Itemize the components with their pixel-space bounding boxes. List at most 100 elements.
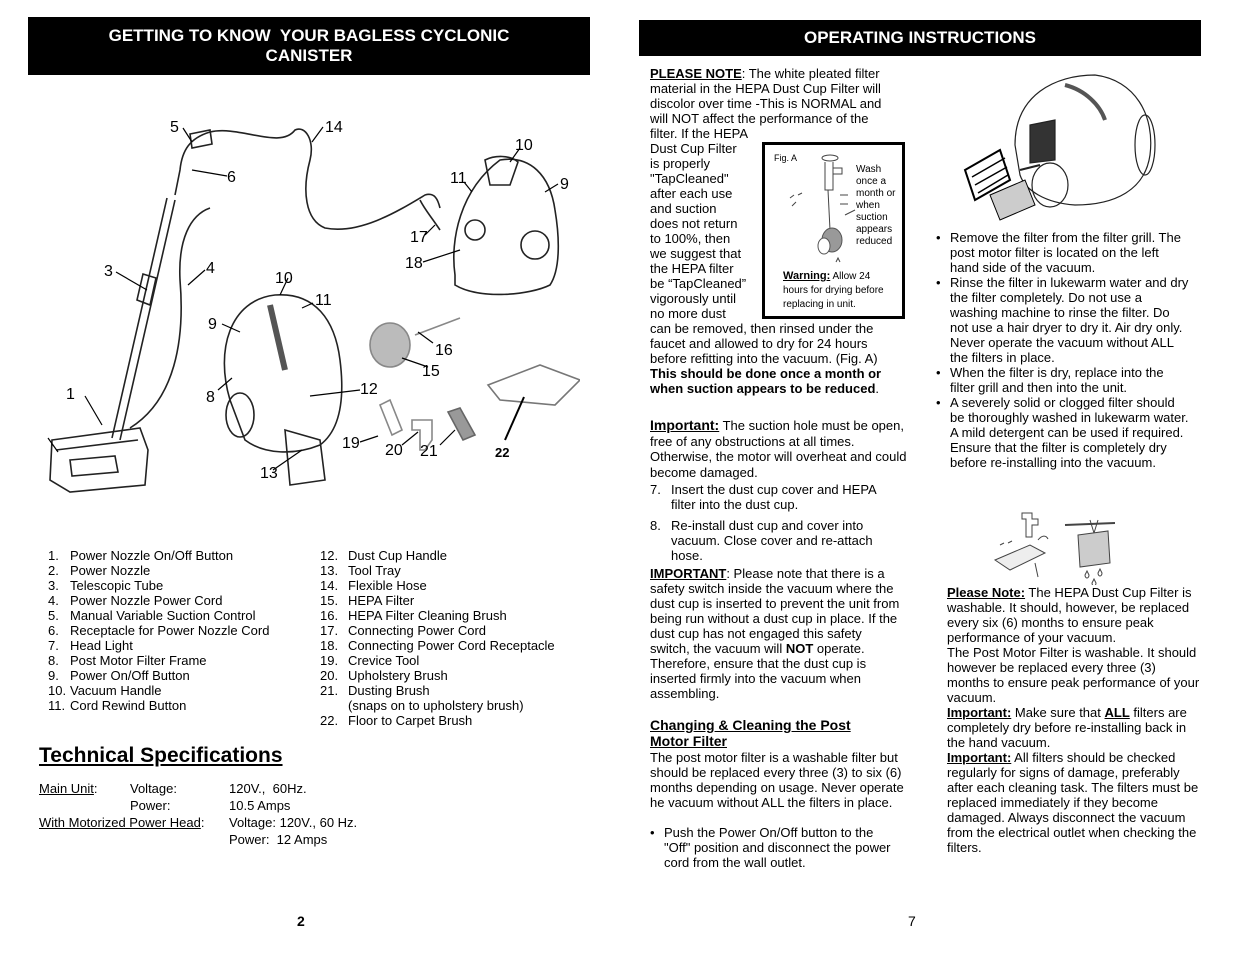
part-item: 6. Receptacle for Power Nozzle Cord <box>48 623 270 638</box>
power-label: Power: <box>130 798 171 813</box>
post-motor-heading: Changing & Cleaning the Post Motor Filte… <box>650 717 851 749</box>
spec-row-motorized-power: Power: 12 Amps <box>39 831 419 848</box>
bullet-item: • Remove the filter from the filter grill… <box>936 230 1181 275</box>
important-safety-switch: IMPORTANT: Please note that there is a s… <box>650 566 900 701</box>
step-item: 8. Re-install dust cup and cover into vac… <box>650 518 873 563</box>
power-value: 10.5 Amps <box>229 798 291 813</box>
banner-title-line-2: CANISTER <box>265 46 353 65</box>
diagram-label-13: 13 <box>260 465 278 482</box>
main-unit-label: Main Unit <box>39 781 94 796</box>
spec-row-motorized-voltage: With Motorized Power Head: Voltage: 120V… <box>39 815 358 830</box>
bullet-item: • Rinse the filter in lukewarm water and … <box>936 275 1189 365</box>
part-item: 7. Head Light <box>48 638 133 653</box>
parts-list-column-2: 12. Dust Cup Handle 13. Tool Tray 14. Flexi… <box>320 548 590 728</box>
hepa-filter-drawing <box>369 322 411 368</box>
left-page-banner: GETTING TO KNOW YOUR BAGLESS CYCLONIC CA… <box>28 17 590 75</box>
please-note-label-2: Please Note: <box>947 585 1026 600</box>
faucet-filter-icon <box>789 154 856 263</box>
diagram-label-10-center: 10 <box>275 270 293 287</box>
important-check-filters: Important: All filters should be checked… <box>947 750 1199 855</box>
part-item: 18. Connecting Power Cord Receptacle <box>320 638 555 653</box>
spec-row-main-voltage: Main Unit: Voltage: 120V., 60Hz. <box>39 781 307 796</box>
banner-title-line-1: GETTING TO KNOW YOUR BAGLESS CYCLONIC <box>108 26 510 45</box>
diagram-label-18: 18 <box>405 255 423 272</box>
voltage-label: Voltage: <box>130 781 177 796</box>
spec-row-main-power: Power: 10.5 Amps <box>39 797 419 814</box>
part-item: 1. Power Nozzle On/Off Button <box>48 548 234 563</box>
canister-front-drawing <box>223 294 343 453</box>
part-item: 12. Dust Cup Handle <box>320 548 447 563</box>
diagram-label-22: 22 <box>495 445 509 460</box>
part-item: 21. Dusting Brush <box>320 683 430 698</box>
part-item: 5. Manual Variable Suction Control <box>48 608 256 623</box>
diagram-label-20: 20 <box>385 442 403 459</box>
vacuum-filter-removal-illustration <box>963 74 1156 221</box>
canister-side-drawing <box>453 158 560 296</box>
part-item: 13. Tool Tray <box>320 563 401 578</box>
part-item: 14. Flexible Hose <box>320 578 427 593</box>
diagram-label-9-center: 9 <box>208 316 217 333</box>
post-motor-text: The post motor filter is a washable filt… <box>650 750 904 810</box>
part-item: 11. Cord Rewind Button <box>48 698 187 713</box>
part-item: 3. Telescopic Tube <box>48 578 164 593</box>
bullet-item: • When the filter is dry, replace into th… <box>936 365 1164 395</box>
hepa-washable-note: Please Note: The HEPA Dust Cup Filter is… <box>947 585 1202 855</box>
diagram-label-6: 6 <box>227 169 236 186</box>
motorized-label: With Motorized Power Head <box>39 815 201 830</box>
important-caps-label: IMPORTANT <box>650 566 727 581</box>
please-note-rest: can be removed, then rinsed under the fa… <box>650 321 882 396</box>
please-note-narrow: Dust Cup Filter is properly "TapCleaned"… <box>650 141 747 321</box>
part-item: 20. Upholstery Brush <box>320 668 448 683</box>
please-note-intro: PLEASE NOTE: The white pleated filter ma… <box>650 66 882 141</box>
post-motor-washable-note: The Post Motor Filter is washable. It sh… <box>947 645 1200 705</box>
floor-brush-drawing <box>486 364 580 406</box>
part-item: 4. Power Nozzle Power Cord <box>48 593 223 608</box>
diagram-label-16: 16 <box>435 342 453 359</box>
diagram-label-15: 15 <box>422 363 440 380</box>
banner-title: OPERATING INSTRUCTIONS <box>803 28 1037 47</box>
diagram-label-10-right: 10 <box>515 137 533 154</box>
diagram-label-21: 21 <box>420 443 438 460</box>
step-item: 7. Insert the dust cup cover and HEPA fil… <box>650 482 876 512</box>
diagram-label-19: 19 <box>342 435 360 452</box>
part-item: 10. Vacuum Handle <box>48 683 162 698</box>
fig-a-warning: Warning: Allow 24 hours for drying befor… <box>783 270 884 310</box>
diagram-label-5: 5 <box>170 119 179 136</box>
part-item: (snaps on to upholstery brush) <box>348 698 524 713</box>
bullet-item: • A severely solid or clogged filter shou… <box>936 395 1189 470</box>
tech-specs-table: Main Unit: Voltage: 120V., 60Hz. Power: … <box>39 780 419 848</box>
fig-a-box: Fig. A Wash once a month or when suction… <box>762 142 905 319</box>
part-item: 8. Post Motor Filter Frame <box>48 653 207 668</box>
voltage-value: 120V., 60Hz. <box>229 781 307 796</box>
diagram-label-12: 12 <box>360 381 378 398</box>
page-number-left: 2 <box>297 913 305 929</box>
motorized-power: Power: 12 Amps <box>229 832 328 847</box>
vacuum-parts-diagram: 1 2 3 4 5 6 14 10 11 9 17 18 10 11 9 8 1… <box>47 119 580 493</box>
tech-specs-title: Technical Specifications <box>39 744 283 767</box>
warning-label: Warning: <box>783 270 831 282</box>
diagram-label-14: 14 <box>325 119 343 136</box>
important-label: Important: <box>650 417 720 433</box>
part-item: 16. HEPA Filter Cleaning Brush <box>320 608 507 623</box>
right-page-banner: OPERATING INSTRUCTIONS <box>639 20 1201 56</box>
telescopic-tube-drawing <box>111 197 176 441</box>
diagram-label-8: 8 <box>206 389 215 406</box>
please-note-label: PLEASE NOTE <box>650 66 742 81</box>
part-item: 19. Crevice Tool <box>320 653 420 668</box>
steps-list: 7. Insert the dust cup cover and HEPA fil… <box>650 482 900 563</box>
part-item: 15. HEPA Filter <box>320 593 415 608</box>
page-number-right: 7 <box>908 913 916 929</box>
important-suction-note: Important: The suction hole must be open… <box>650 417 907 480</box>
power-nozzle-drawing <box>49 427 149 493</box>
diagram-label-4: 4 <box>206 260 215 277</box>
power-cord-drawing <box>129 207 211 429</box>
diagram-label-1: 1 <box>66 386 75 403</box>
part-item: 2. Power Nozzle <box>48 563 151 578</box>
hose-drawing <box>174 128 441 230</box>
diagram-label-17: 17 <box>410 229 428 246</box>
motorized-voltage: Voltage: 120V., 60 Hz. <box>229 815 358 830</box>
part-item: 22. Floor to Carpet Brush <box>320 713 473 728</box>
diagram-label-3: 3 <box>104 263 113 280</box>
diagram-label-9-right: 9 <box>560 176 569 193</box>
post-motor-bullets-continued: • Remove the filter from the filter grill… <box>936 230 1191 470</box>
